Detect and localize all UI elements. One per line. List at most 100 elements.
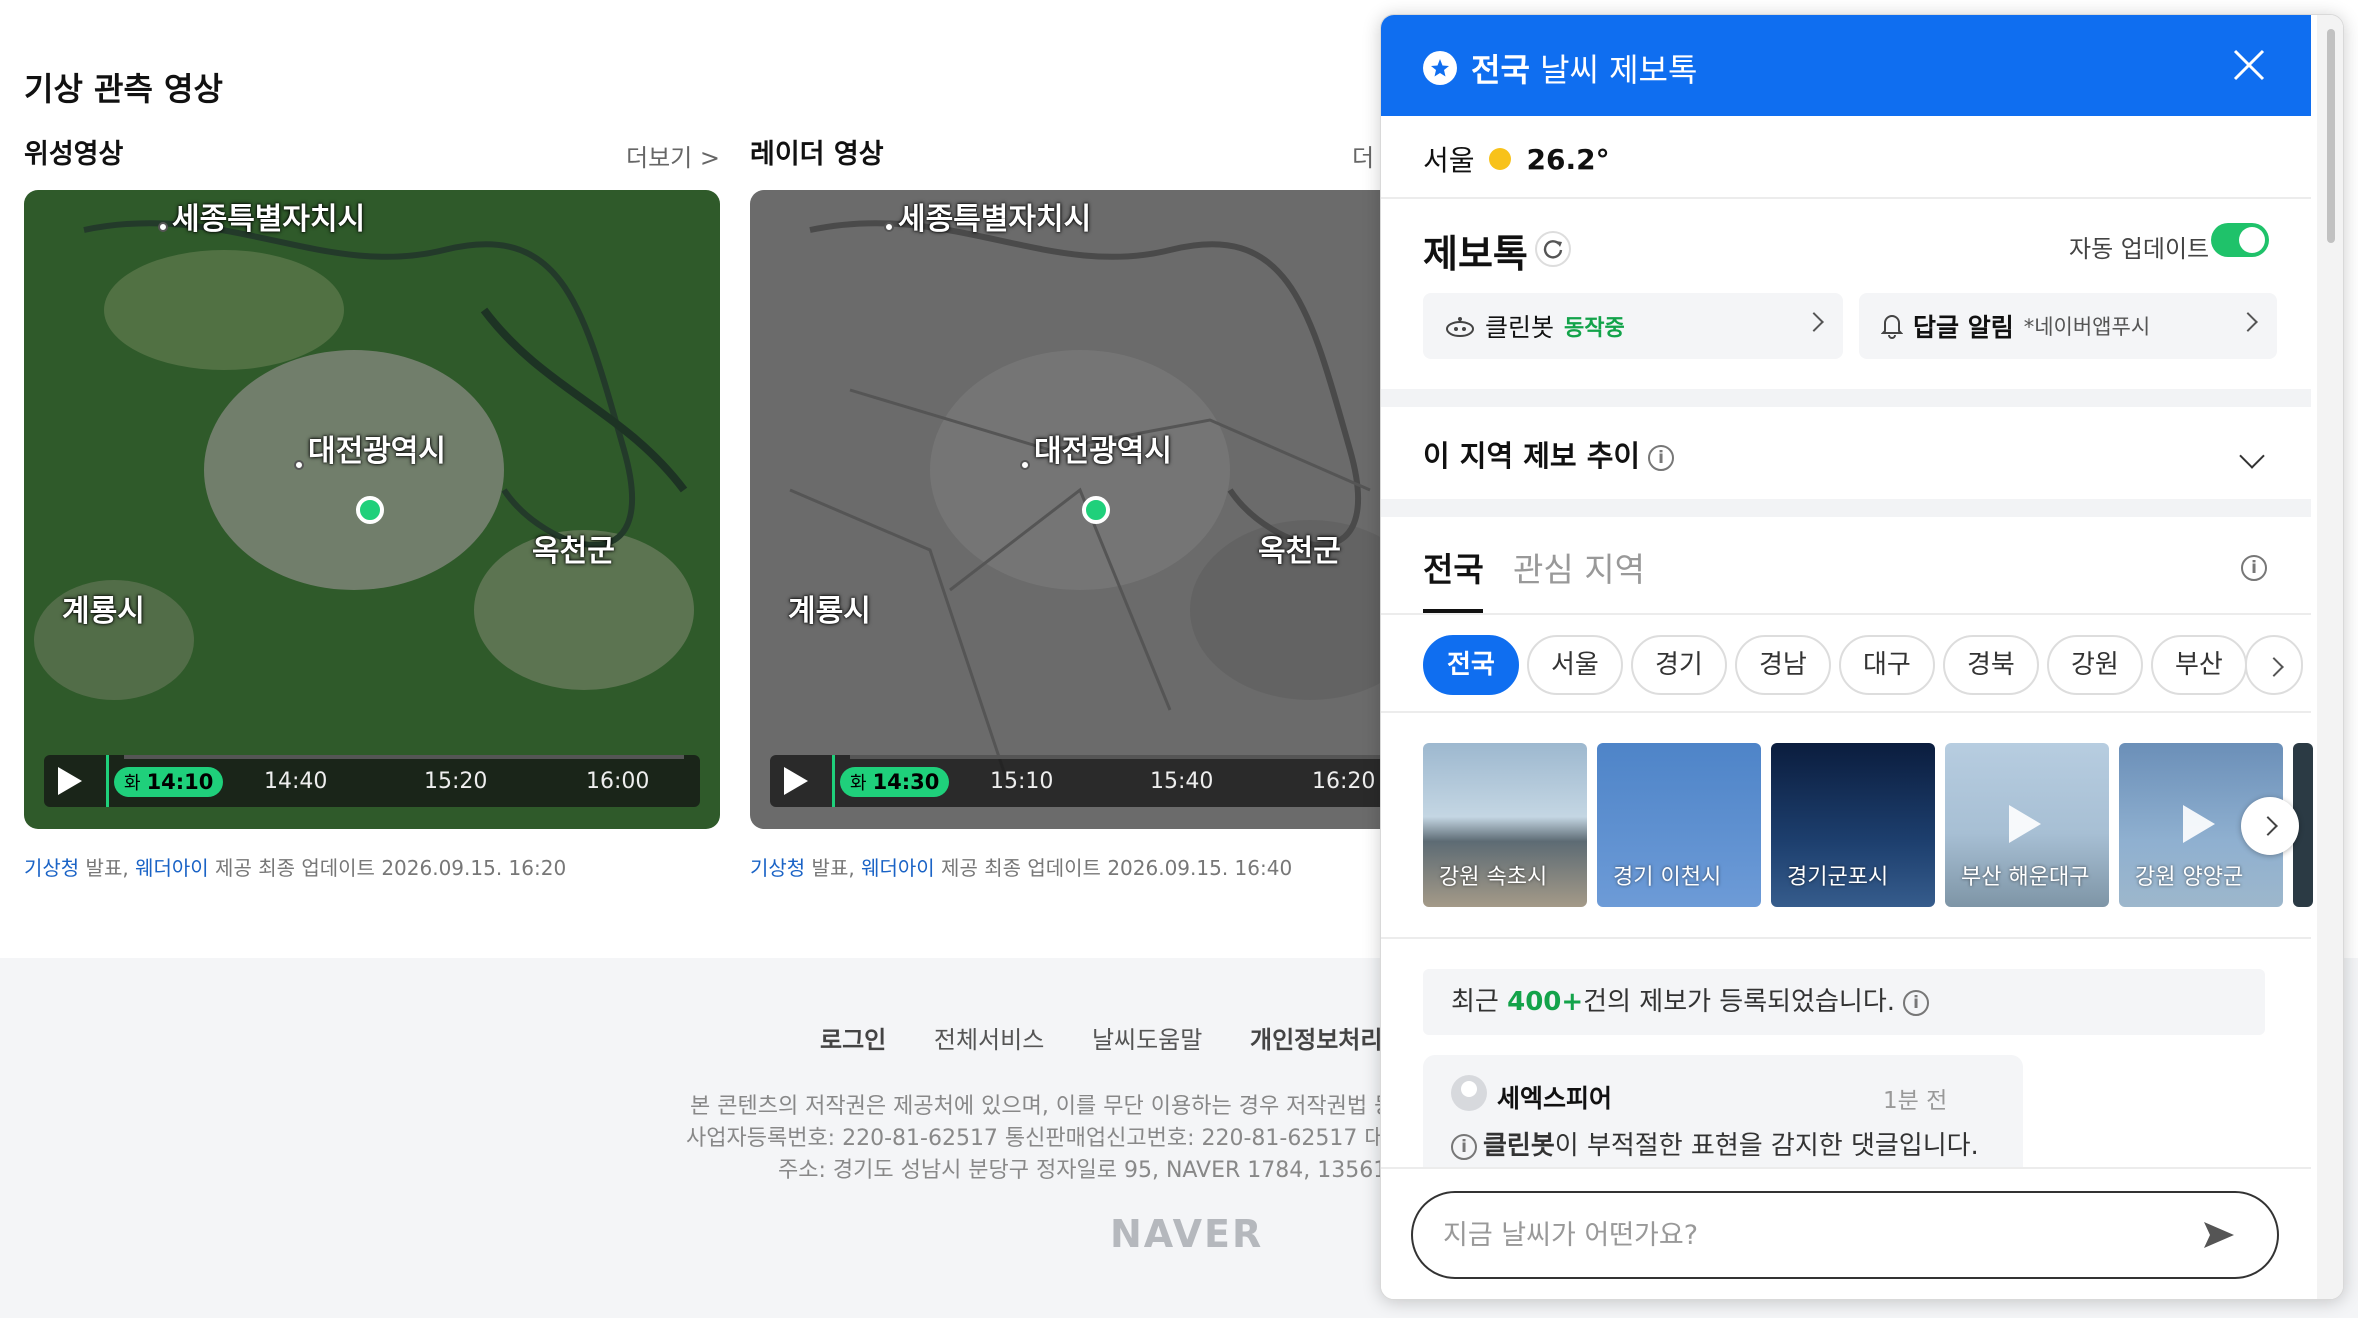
robot-icon — [1446, 317, 1474, 337]
map-label-gyeryong: 계룡시 — [788, 594, 871, 629]
current-city: 서울 — [1423, 144, 1475, 177]
play-icon — [2183, 805, 2215, 843]
send-icon[interactable] — [2201, 1217, 2237, 1257]
info-icon[interactable]: i — [2241, 555, 2267, 581]
section-title: 기상 관측 영상 — [24, 70, 223, 108]
progress-handle[interactable] — [832, 755, 835, 807]
auto-update-label: 자동 업데이트 — [2069, 235, 2210, 263]
address-info: 주소: 경기도 성남시 분당구 정자일로 95, NAVER 1784, 135… — [778, 1158, 1415, 1183]
divider — [1381, 613, 2311, 615]
cleanbot-status-button[interactable]: 클린봇 동작중 — [1423, 293, 1843, 359]
bell-icon — [1881, 315, 1903, 339]
trend-header[interactable]: 이 지역 제보 추이 i — [1423, 433, 1675, 475]
city-marker — [294, 460, 304, 470]
tab-favorites[interactable]: 관심 지역 — [1513, 543, 1645, 591]
chevron-down-icon[interactable] — [2239, 443, 2265, 469]
scrollbar[interactable] — [2317, 15, 2343, 1299]
section-gap — [1381, 499, 2311, 517]
comment-time: 1분 전 — [1883, 1088, 1948, 1114]
weatheri-link[interactable]: 웨더아이 — [861, 856, 935, 880]
map-label-sejong: 세종특별자치시 — [172, 202, 366, 237]
reply-alert-note: *네이버앱푸시 — [2023, 315, 2151, 339]
cleanbot-status: 동작중 — [1564, 316, 1625, 341]
location-marker — [356, 496, 384, 524]
footer-login-link[interactable]: 로그인 — [820, 1026, 886, 1054]
info-icon[interactable]: i — [1648, 445, 1675, 471]
video-player-bar: 화 14:10 14:40 15:20 16:00 — [44, 755, 700, 807]
kma-link[interactable]: 기상청 — [750, 856, 805, 880]
weatheri-link[interactable]: 웨더아이 — [135, 856, 209, 880]
satellite-video[interactable]: 세종특별자치시 대전광역시 옥천군 계룡시 화 14:10 14:40 15:20… — [24, 190, 720, 829]
divider — [1381, 937, 2311, 939]
play-icon[interactable] — [58, 767, 82, 795]
time-tick: 15:40 — [1150, 769, 1214, 794]
report-thumbnail[interactable]: 경기 이천시 — [1597, 743, 1761, 907]
chevron-right-icon[interactable] — [2245, 635, 2303, 695]
satellite-credit: 기상청 발표, 웨더아이 제공 최종 업데이트 2026.09.15. 16:2… — [24, 856, 567, 880]
video-player-bar: 화 14:30 15:10 15:40 16:20 — [770, 755, 1426, 807]
chevron-right-icon[interactable] — [2241, 797, 2299, 855]
chat-input[interactable] — [1411, 1191, 2279, 1279]
chevron-right-icon — [1804, 312, 1824, 332]
time-tick: 15:20 — [424, 769, 488, 794]
section-gap — [1381, 389, 2311, 407]
info-icon[interactable]: i — [1903, 989, 1930, 1016]
radar-credit: 기상청 발표, 웨더아이 제공 최종 업데이트 2026.09.15. 16:4… — [750, 856, 1293, 880]
progress-track[interactable] — [850, 755, 1410, 759]
satellite-more-link[interactable]: 더보기 > — [626, 138, 720, 173]
region-chip[interactable]: 경기 — [1631, 635, 1727, 695]
sun-icon — [1488, 148, 1511, 170]
scrollbar-thumb[interactable] — [2327, 29, 2335, 243]
play-icon[interactable] — [784, 767, 808, 795]
reply-alert-button[interactable]: 답글 알림 *네이버앱푸시 — [1859, 293, 2277, 359]
region-chip[interactable]: 부산 — [2151, 635, 2247, 695]
time-tick: 15:10 — [990, 769, 1054, 794]
map-label-sejong: 세종특별자치시 — [898, 202, 1092, 237]
region-filter: 전국 서울 경기 경남 대구 경북 강원 부산 — [1423, 635, 2303, 695]
panel-header: 전국 날씨 제보톡 — [1381, 15, 2311, 116]
report-video-thumbnail[interactable]: 부산 해운대구 — [1945, 743, 2109, 907]
radar-more-link[interactable]: 더 — [1352, 138, 1374, 173]
auto-update-toggle[interactable] — [2211, 223, 2269, 257]
divider — [1381, 711, 2311, 713]
time-tick: 16:20 — [1312, 769, 1376, 794]
region-chip[interactable]: 전국 — [1423, 635, 1519, 695]
map-label-okcheon: 옥천군 — [1258, 534, 1341, 569]
play-icon — [2009, 805, 2041, 843]
map-label-daejeon: 대전광역시 — [1034, 434, 1172, 469]
map-label-gyeryong: 계룡시 — [62, 594, 145, 629]
current-time-badge: 화 14:10 — [114, 767, 224, 797]
kma-link[interactable]: 기상청 — [24, 856, 79, 880]
panel-title: 전국 날씨 제보톡 — [1471, 51, 1698, 89]
info-icon: i — [1451, 1133, 1477, 1160]
city-marker — [1020, 460, 1030, 470]
progress-track[interactable] — [124, 755, 684, 759]
tab-national[interactable]: 전국 — [1423, 543, 1484, 591]
report-thumbnail[interactable]: 경기군포시 — [1771, 743, 1935, 907]
copyright-text: 본 콘텐츠의 저작권은 제공처에 있으며, 이를 무단 이용하는 경우 저작권법… — [690, 1094, 1415, 1119]
region-chip[interactable]: 대구 — [1839, 635, 1935, 695]
satellite-title: 위성영상 — [24, 139, 124, 170]
avatar — [1451, 1075, 1487, 1111]
radar-video[interactable]: 세종특별자치시 대전광역시 옥천군 계룡시 화 14:30 15:10 15:40… — [750, 190, 1446, 829]
time-tick: 14:40 — [264, 769, 328, 794]
region-chip[interactable]: 서울 — [1527, 635, 1623, 695]
region-chip[interactable]: 경남 — [1735, 635, 1831, 695]
city-marker — [158, 222, 168, 232]
region-chip[interactable]: 강원 — [2047, 635, 2143, 695]
refresh-icon[interactable] — [1535, 231, 1571, 267]
location-marker — [1082, 496, 1110, 524]
current-temp: 26.2° — [1526, 142, 1610, 176]
footer-all-services-link[interactable]: 전체서비스 — [934, 1026, 1044, 1054]
region-chip[interactable]: 경북 — [1943, 635, 2039, 695]
close-icon[interactable] — [2229, 45, 2269, 85]
report-thumbnail[interactable]: 강원 속초시 — [1423, 743, 1587, 907]
chat-bubble-icon — [1423, 51, 1457, 85]
footer-help-link[interactable]: 날씨도움말 — [1092, 1026, 1202, 1054]
comment-card: 세엑스피어 1분 전 i 클린봇이 부적절한 표현을 감지한 댓글입니다. — [1423, 1055, 2023, 1185]
progress-handle[interactable] — [106, 755, 109, 807]
comment-author: 세엑스피어 — [1497, 1084, 1613, 1113]
naver-logo: NAVER — [1110, 1212, 1264, 1256]
time-tick: 16:00 — [586, 769, 650, 794]
recent-reports-summary: 최근 400+건의 제보가 등록되었습니다. i — [1423, 969, 2265, 1035]
